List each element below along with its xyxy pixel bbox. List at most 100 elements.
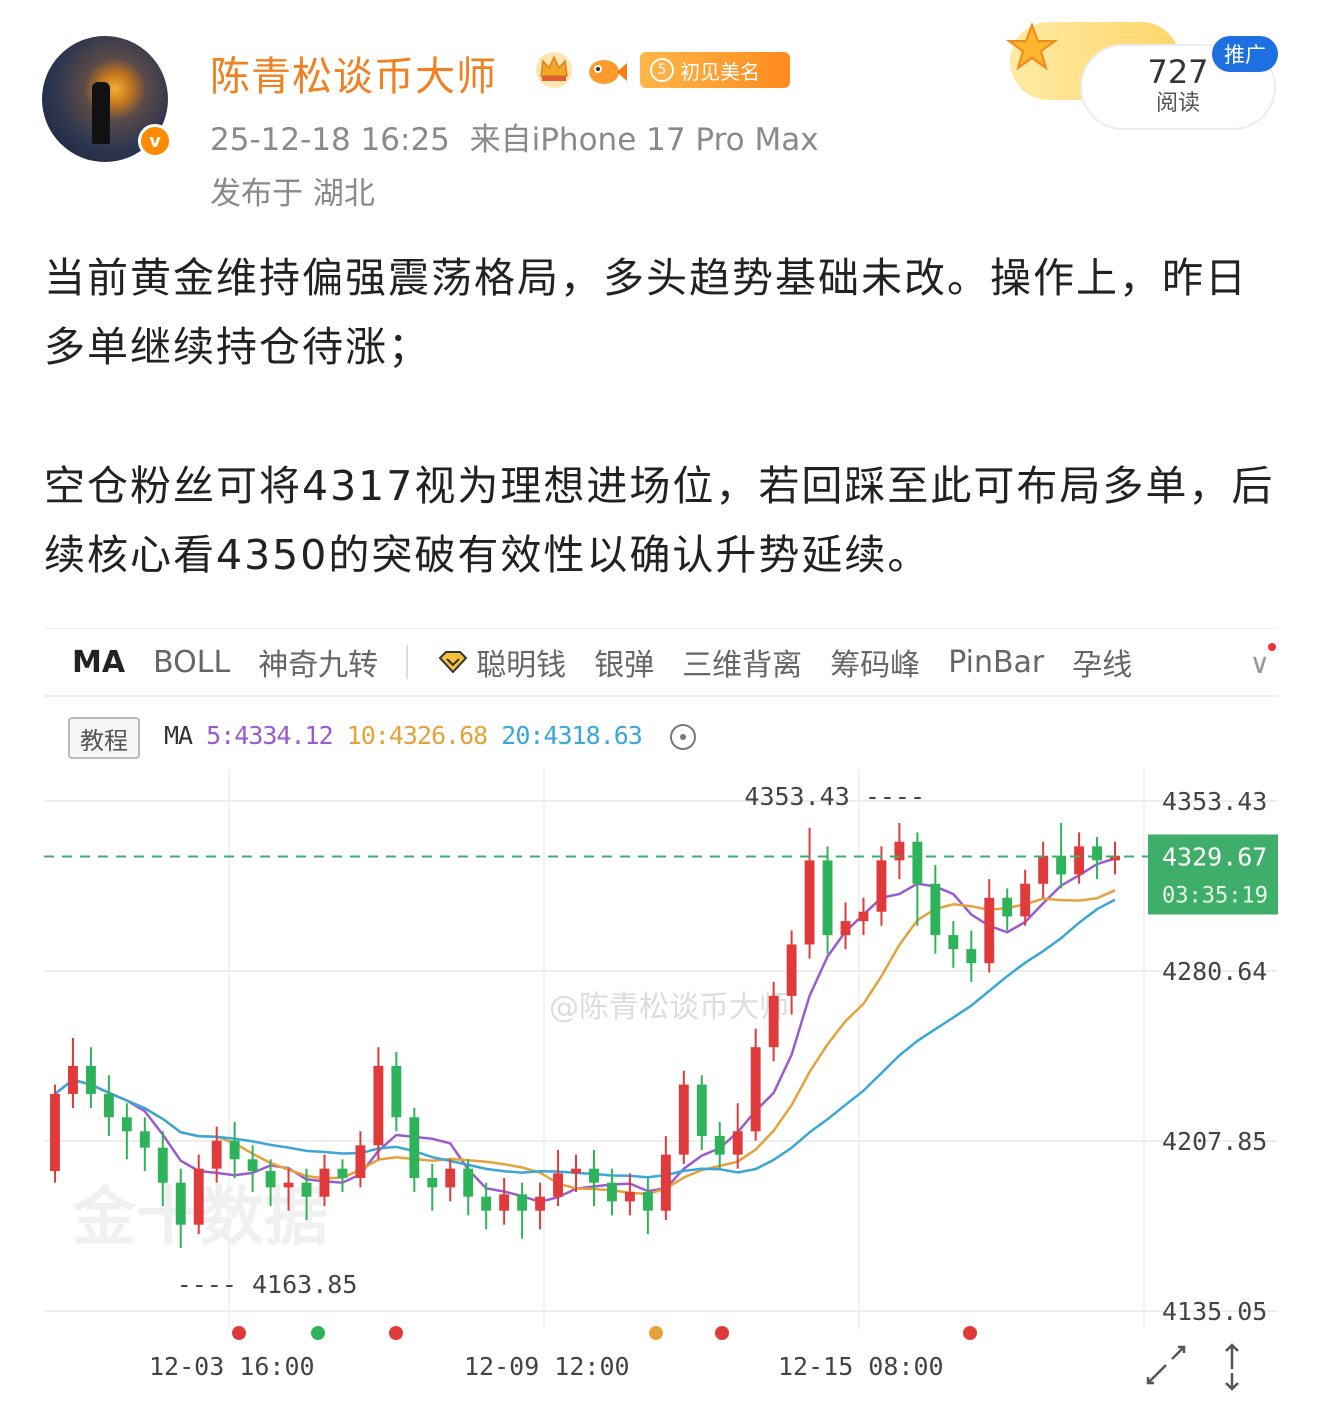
ma-readout: MA 5:4334.12 10:4326.68 20:4318.63 (164, 721, 696, 750)
candle-body (247, 1159, 258, 1171)
candle-body (517, 1194, 528, 1211)
candlestick-chart: @陈青松谈币大师 金十数据 4329.6703:35:194353.43 ---… (44, 769, 1278, 1391)
candle-body (894, 841, 905, 861)
candle-body (553, 1173, 563, 1197)
candle-body (678, 1084, 689, 1155)
candle-body (786, 944, 797, 996)
x-tick-label: 12-15 08:00 (778, 1352, 944, 1381)
candle-body (68, 1065, 78, 1094)
candle-body (463, 1168, 474, 1197)
signal-dot (649, 1326, 663, 1340)
low-label: ---- 4163.85 (177, 1270, 358, 1299)
ma10-value: 10:4326.68 (346, 721, 489, 750)
candle-body (930, 883, 941, 936)
candle-body (427, 1178, 438, 1188)
tab-inside-bar[interactable]: 孕线 (1072, 640, 1132, 684)
ad-tag[interactable]: 推广 (1212, 36, 1278, 72)
candle-body (499, 1194, 510, 1211)
verified-badge-icon: v (138, 124, 172, 158)
chevron-down-icon[interactable]: ∨ (1250, 647, 1271, 680)
y-tick-label: 4135.05 (1162, 1297, 1267, 1326)
avatar-figure (92, 82, 110, 144)
candle-body (984, 897, 995, 964)
user-name[interactable]: 陈青松谈币大师 (210, 44, 497, 102)
candle-body (624, 1192, 635, 1202)
candle-body (858, 911, 869, 922)
candle-body (373, 1065, 384, 1146)
tab-ma[interactable]: MA (72, 645, 125, 680)
candle-body (445, 1168, 456, 1188)
candle-body (1002, 897, 1013, 917)
candle-body (85, 1065, 96, 1094)
expand-icon (1146, 1345, 1186, 1385)
candle-body (696, 1084, 707, 1136)
candle-body (876, 860, 887, 912)
post-source: 来自iPhone 17 Pro Max (469, 122, 819, 158)
candle-body (319, 1168, 330, 1197)
high-label: 4353.43 ---- (744, 782, 925, 811)
candle-body (337, 1168, 348, 1179)
y-tick-label: 4207.85 (1162, 1127, 1267, 1156)
candle-body (571, 1168, 581, 1174)
x-tick-label: 12-09 12:00 (464, 1352, 630, 1381)
tutorial-button[interactable]: 教程 (68, 717, 140, 759)
candle-body (391, 1065, 402, 1118)
signal-dot (389, 1326, 403, 1340)
signal-dot (232, 1326, 246, 1340)
candle-body (714, 1135, 725, 1155)
candle-body (283, 1182, 294, 1188)
tab-smart-money[interactable]: 聪明钱 (476, 640, 566, 684)
candle-body (1074, 846, 1085, 875)
candle-body (229, 1140, 240, 1160)
post-location: 发布于 湖北 (210, 176, 375, 212)
countdown-label: 03:35:19 (1162, 883, 1268, 908)
candle-body (175, 1182, 186, 1225)
candle-body (732, 1131, 743, 1155)
x-axis: 12-03 16:00 12-09 12:00 12-15 08:00 (149, 1352, 944, 1381)
candle-body (157, 1147, 168, 1183)
tab-silver-bullet[interactable]: 银弹 (594, 640, 654, 684)
candle-body (1020, 883, 1031, 917)
tab-boll[interactable]: BOLL (153, 645, 230, 680)
tab-magic-nine[interactable]: 神奇九转 (258, 640, 378, 684)
badge-text: 初见美名 (680, 59, 760, 84)
x-tick-label: 12-03 16:00 (149, 1352, 315, 1381)
candle-body (139, 1131, 150, 1148)
candle-body (822, 860, 833, 936)
member-badge[interactable]: 5 初见美名 (640, 52, 790, 88)
candle-body (355, 1145, 366, 1179)
candle-body (265, 1170, 276, 1188)
chart-image[interactable]: MA BOLL 神奇九转 聪明钱 银弹 三维背离 筹码峰 PinBar 孕线 ∨… (44, 628, 1278, 1398)
signal-dot (311, 1326, 325, 1340)
settings-icon[interactable] (669, 724, 696, 750)
weibo-post: v 陈青松谈币大师 5 初见美名 25-12-18 16:25 来自iPhone… (0, 0, 1320, 1408)
user-avatar[interactable]: v (42, 36, 172, 162)
candle-body (1092, 846, 1102, 861)
candle-body (750, 1047, 761, 1132)
star-icon (1006, 22, 1058, 71)
candle-body (642, 1192, 653, 1211)
read-count-label: 阅读 (1155, 91, 1200, 116)
chart-tools (1146, 1343, 1239, 1391)
tab-pinbar[interactable]: PinBar (948, 645, 1044, 680)
post-time: 25-12-18 16:25 (210, 122, 450, 158)
indicator-tabs: MA BOLL 神奇九转 聪明钱 银弹 三维背离 筹码峰 PinBar 孕线 ∨ (44, 629, 1278, 697)
post-paragraph-2: 空仓粉丝可将4317视为理想进场位，若回踩至此可布局多单，后续核心看4350的突… (44, 462, 1275, 579)
fish-icon[interactable] (584, 50, 628, 90)
tab-divider (406, 645, 409, 679)
candle-body (1056, 855, 1067, 875)
candle-body (589, 1168, 599, 1183)
crown-icon[interactable] (532, 46, 576, 90)
notification-dot (1268, 643, 1276, 651)
ma5-value: 5:4334.12 (206, 721, 333, 750)
candle-body (966, 949, 977, 964)
tab-chip-peak[interactable]: 筹码峰 (830, 640, 920, 684)
post-paragraph-1: 当前黄金维持偏强震荡格局，多头趋势基础未改。操作上，昨日多单继续持仓待涨； (44, 254, 1248, 371)
candle-body (103, 1093, 114, 1118)
current-price-label: 4329.67 (1162, 842, 1267, 871)
candle-body (409, 1117, 420, 1179)
watermark-text: @陈青松谈币大师 (549, 990, 789, 1025)
signal-dot (963, 1326, 977, 1340)
tab-divergence[interactable]: 三维背离 (682, 640, 802, 684)
post-meta: 25-12-18 16:25 来自iPhone 17 Pro Max (210, 114, 819, 159)
